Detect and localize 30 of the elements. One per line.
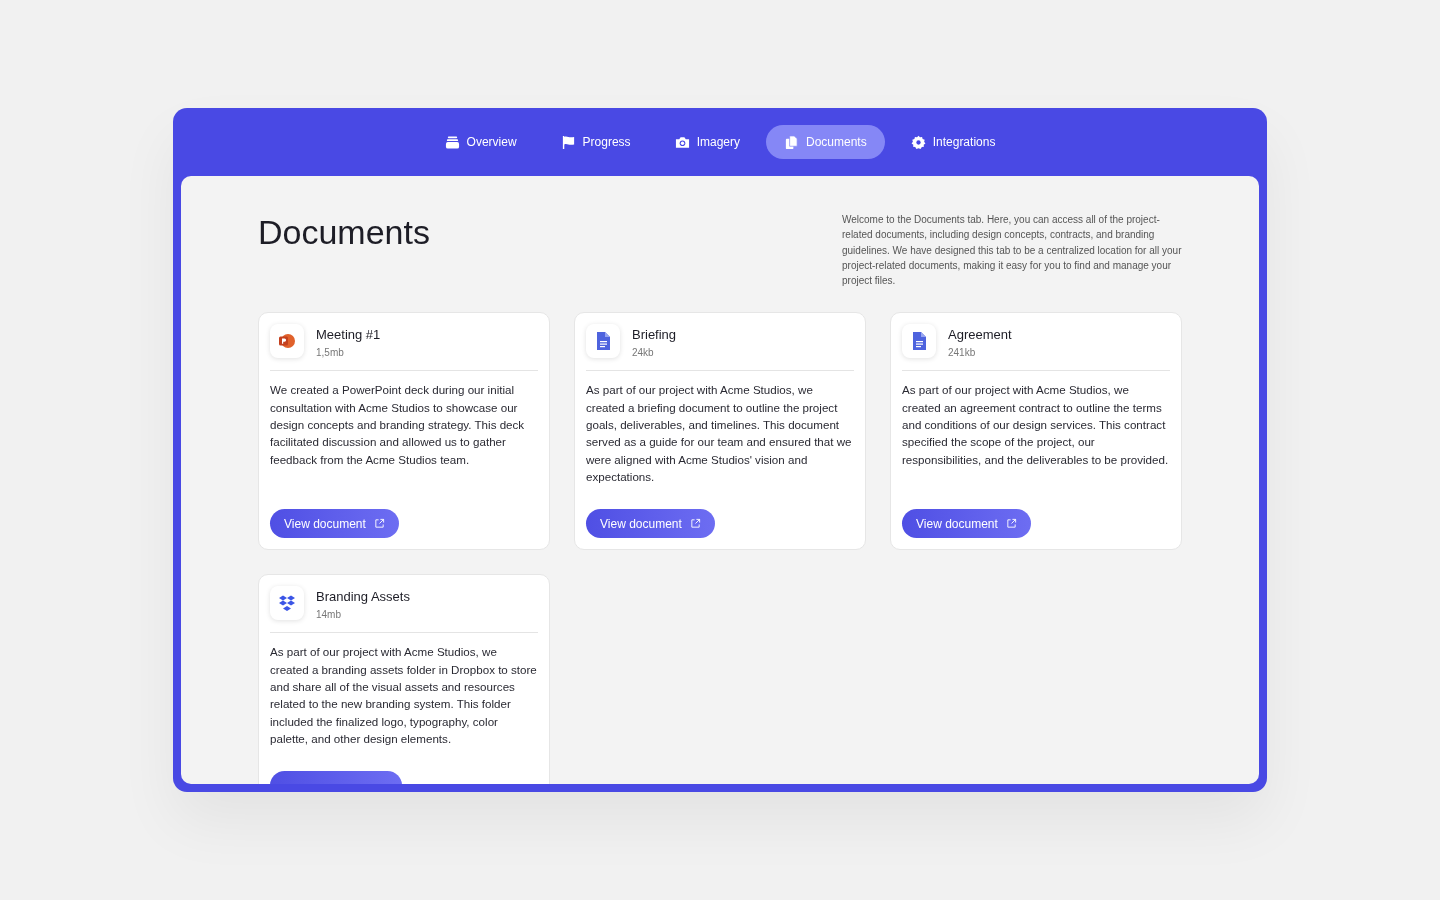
file-size: 241kb	[948, 347, 977, 359]
tray-icon	[444, 134, 460, 150]
view-document-button[interactable]: View document	[270, 509, 399, 539]
view-document-button[interactable]: View document	[586, 509, 715, 539]
intro-text: Welcome to the Documents tab. Here, you can access all of the project-related documents, including design concepts, contracts, and branding guidelines. We have designed this tab to be a centralized location for all your project-related documents, making it easy for you to find and manage your project files.	[842, 213, 1182, 289]
file-size: 14mb	[316, 609, 342, 621]
file-size: 24kb	[632, 347, 655, 359]
nav-tab[interactable]: Imagery	[656, 125, 758, 159]
nav-tab[interactable]: Integrations	[892, 125, 1014, 159]
document-name: Briefing	[632, 327, 677, 343]
files-icon	[784, 134, 799, 150]
page-title: Documents	[258, 212, 430, 253]
external-link-icon	[373, 518, 385, 530]
external-link-icon	[1005, 518, 1017, 530]
camera-icon	[674, 134, 690, 150]
view-document-button[interactable]: View document	[902, 509, 1031, 539]
nav-tab[interactable]: Overview	[426, 125, 535, 159]
document-description: We created a PowerPoint deck during our initial consultation with Acme Studios to showcase our design concepts and branding strategy. This deck facilitated discussion and allowed us to gather feedback from the Acme Studios team.	[270, 382, 526, 468]
document-name: Branding Assets	[316, 589, 410, 605]
nav-tab[interactable]: Progress	[542, 125, 649, 159]
boxes-icon	[277, 593, 297, 614]
document-description: As part of our project with Acme Studios, we created an agreement contract to outline the terms and conditions of our design services. This contract specified the scope of the project, our responsibilities, and the deliverables to be provided.	[902, 382, 1170, 468]
document-description: As part of our project with Acme Studios, we created a branding assets folder in Dropbox to store and share all of the visual assets and resources related to the new branding system. This folder included the finalized logo, typography, color palette, and other design elements.	[270, 644, 538, 747]
document-name: Meeting #1	[316, 327, 381, 343]
document-name: Agreement	[948, 327, 1012, 343]
document-description: As part of our project with Acme Studios, we created a briefing document to outline the project goals, deliverables, and timelines. This document served as a guide for our team and ensured that we were aligned with Acme Studios' vision and expectations.	[586, 382, 853, 485]
external-link-icon	[689, 518, 701, 530]
file-size: 1,5mb	[316, 347, 345, 359]
flag-icon	[560, 134, 576, 150]
settings-icon	[910, 134, 926, 150]
